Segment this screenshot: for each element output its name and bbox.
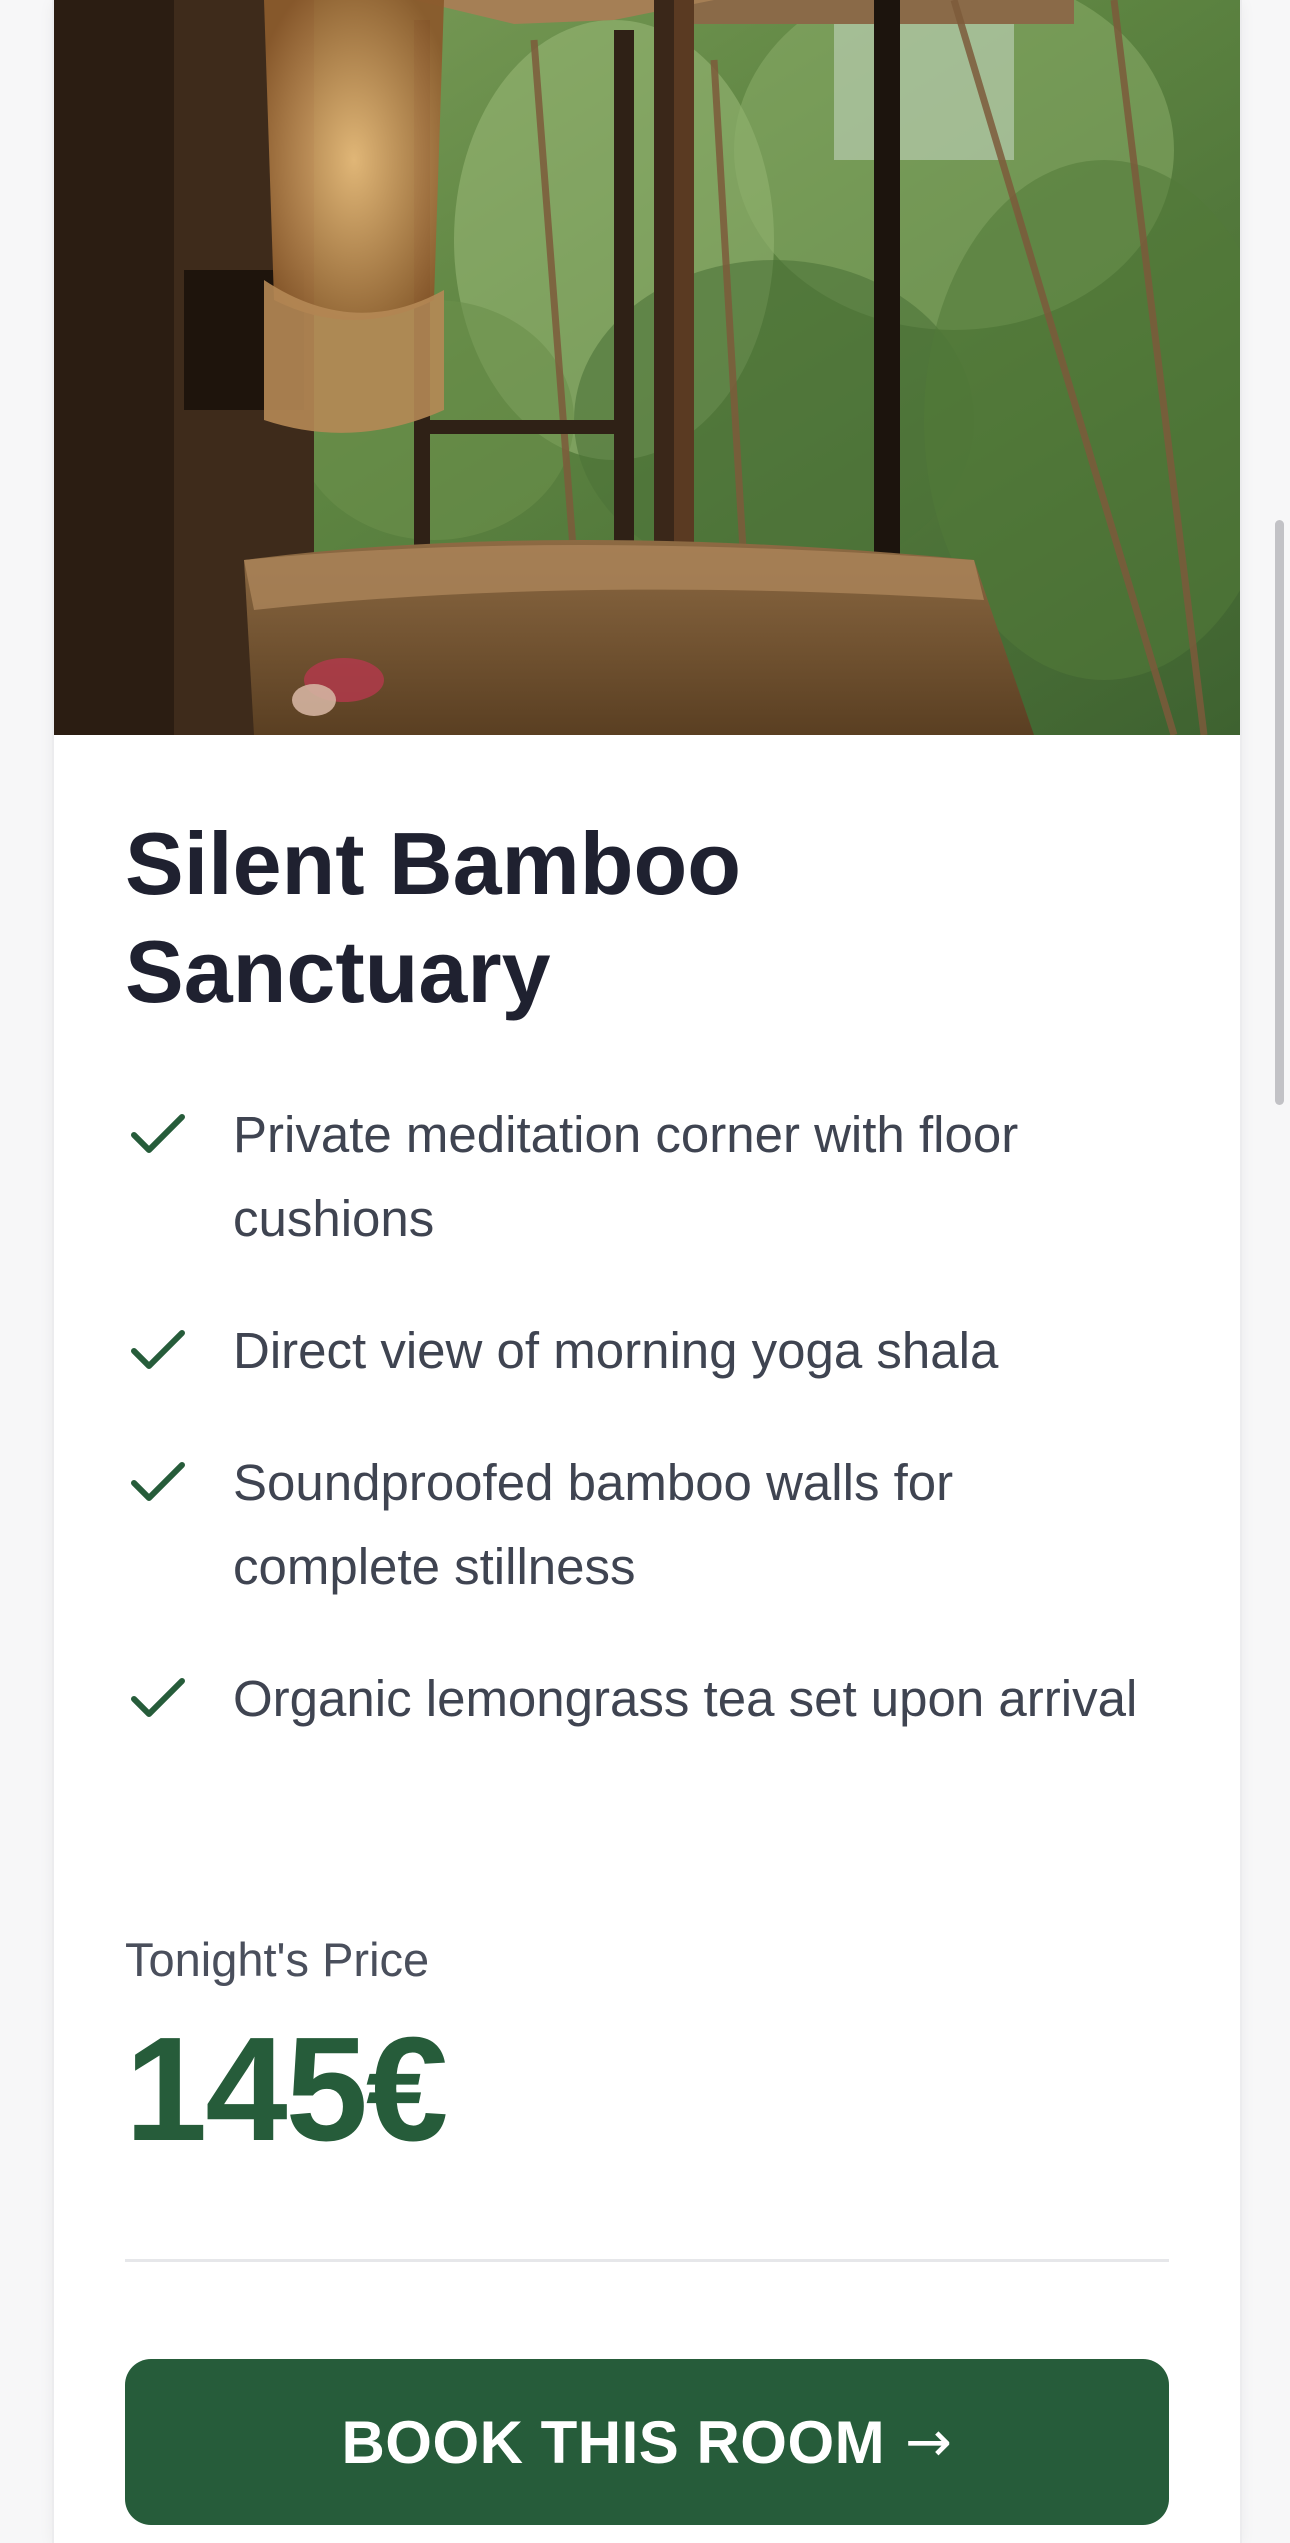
room-card: Silent Bamboo Sanctuary Private meditati… — [52, 0, 1242, 2543]
scrollbar[interactable] — [1275, 520, 1284, 1105]
amenity-item: Soundproofed bamboo walls for complete s… — [125, 1441, 1169, 1609]
room-photo — [54, 0, 1240, 735]
check-icon — [131, 1462, 185, 1501]
amenity-item: Private meditation corner with floor cus… — [125, 1093, 1169, 1261]
price-label: Tonight's Price — [125, 1933, 430, 1986]
check-icon — [131, 1330, 185, 1369]
arrow-right-icon: → — [905, 2409, 953, 2475]
amenity-text: Soundproofed bamboo walls for complete s… — [233, 1454, 954, 1595]
book-room-label: BOOK THIS ROOM — [341, 2408, 886, 2476]
check-icon — [131, 1114, 185, 1153]
amenities-list: Private meditation corner with floor cus… — [125, 1093, 1169, 1789]
amenity-text: Organic lemongrass tea set upon arrival — [233, 1670, 1138, 1727]
room-title: Silent Bamboo Sanctuary — [125, 814, 742, 1021]
book-room-button[interactable]: BOOK THIS ROOM → — [125, 2359, 1169, 2525]
check-icon — [131, 1678, 185, 1717]
amenity-item: Organic lemongrass tea set upon arrival — [125, 1657, 1169, 1741]
price-value: 145€ — [125, 2007, 448, 2172]
amenity-text: Private meditation corner with floor cus… — [233, 1106, 1019, 1247]
divider — [125, 2259, 1169, 2262]
amenity-text: Direct view of morning yoga shala — [233, 1322, 999, 1379]
amenity-item: Direct view of morning yoga shala — [125, 1309, 1169, 1393]
